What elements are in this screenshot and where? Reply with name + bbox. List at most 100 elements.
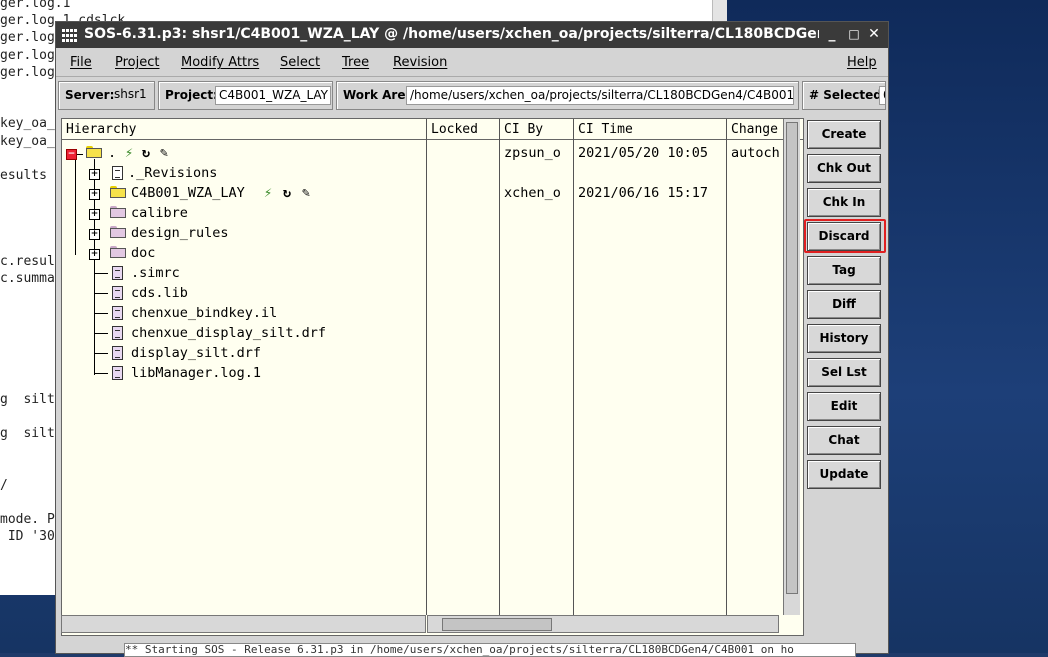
expand-icon[interactable]: +	[89, 189, 100, 200]
edit-icon: ✎	[160, 145, 169, 161]
tree-item-name: calibre	[131, 205, 188, 221]
discard-highlight	[804, 219, 886, 253]
workarea-value: /home/users/xchen_oa/projects/silterra/C…	[406, 86, 794, 105]
tree-item-name: .	[108, 145, 117, 161]
tree-item-name: C4B001_WZA_LAY	[131, 185, 245, 201]
horizontal-scroll-thumb[interactable]	[442, 618, 552, 631]
tree-item-name: display_silt.drf	[131, 345, 262, 361]
tree-row[interactable]: + design_rules	[62, 223, 803, 243]
tree-row[interactable]: + calibre	[62, 203, 803, 223]
menu-select[interactable]: Select	[280, 55, 320, 70]
menu-modify-attrs[interactable]: Modify Attrs	[181, 55, 259, 70]
selected-box: # Selected: 0	[802, 81, 886, 110]
expand-icon[interactable]: +	[89, 249, 100, 260]
hierarchy-tree[interactable]: Hierarchy Locked CI By CI Time Change − …	[61, 118, 804, 636]
col-change[interactable]: Change	[731, 122, 778, 137]
terminal-line: mode. P	[0, 512, 55, 527]
edit-icon: ✎	[302, 185, 311, 201]
expand-icon[interactable]: +	[89, 229, 100, 240]
columns-horizontal-scrollbar[interactable]	[427, 615, 779, 633]
tree-row[interactable]: + doc	[62, 243, 803, 263]
select-list-button[interactable]: Sel Lst	[807, 358, 881, 387]
check-in-button[interactable]: Chk In	[807, 188, 881, 217]
file-icon	[112, 346, 123, 360]
tree-row[interactable]: + C4B001_WZA_LAY ⚡ ↻ ✎ xchen_o 2021/06/1…	[62, 183, 803, 203]
tree-item-name: cds.lib	[131, 285, 188, 301]
tree-item-name: chenxue_display_silt.drf	[131, 325, 327, 341]
folder-icon	[110, 186, 126, 198]
terminal-line: /	[0, 477, 8, 493]
tree-line	[94, 293, 108, 294]
vertical-scroll-thumb[interactable]	[786, 122, 798, 594]
terminal-line: ger.log.1	[0, 0, 71, 11]
tree-row[interactable]: chenxue_display_silt.drf	[62, 323, 803, 343]
tree-item-name: .simrc	[131, 265, 180, 281]
update-button[interactable]: Update	[807, 460, 881, 489]
tree-row[interactable]: .simrc	[62, 263, 803, 283]
refresh-icon: ↻	[142, 145, 151, 161]
tree-row[interactable]: chenxue_bindkey.il	[62, 303, 803, 323]
check-out-button[interactable]: Chk Out	[807, 154, 881, 183]
minimize-button[interactable]: _	[823, 25, 841, 43]
window-menu-icon[interactable]	[62, 29, 77, 42]
project-value: C4B001_WZA_LAY	[215, 86, 331, 105]
edit-button[interactable]: Edit	[807, 392, 881, 421]
col-hierarchy[interactable]: Hierarchy	[66, 122, 136, 137]
tree-vertical-scrollbar[interactable]	[783, 119, 800, 615]
menu-help[interactable]: Help	[847, 55, 877, 70]
tree-row[interactable]: cds.lib	[62, 283, 803, 303]
col-ci-by[interactable]: CI By	[504, 122, 543, 137]
tree-header: Hierarchy Locked CI By CI Time Change	[62, 119, 803, 140]
tree-line	[94, 273, 108, 274]
col-locked[interactable]: Locked	[431, 122, 478, 137]
modified-icon: ⚡	[125, 145, 134, 161]
terminal-line: c.summa	[0, 271, 55, 287]
title-bar[interactable]: SOS-6.31.p3: shsr1/C4B001_WZA_LAY @ /hom…	[56, 22, 888, 48]
status-bar: ** Starting SOS - Release 6.31.p3 in /ho…	[56, 640, 888, 657]
tree-item-name: chenxue_bindkey.il	[131, 305, 278, 321]
tree-line	[94, 333, 108, 334]
tree-row[interactable]: − . ⚡ ↻ ✎ zpsun_o 2021/05/20 10:05 autoc…	[62, 143, 803, 163]
folder-icon	[110, 206, 126, 218]
chat-button[interactable]: Chat	[807, 426, 881, 455]
server-box: Server: shsr1	[58, 81, 155, 110]
tree-horizontal-scrollbar[interactable]	[61, 615, 426, 633]
terminal-scrollbar[interactable]	[712, 0, 727, 22]
tag-button[interactable]: Tag	[807, 256, 881, 285]
tree-line	[94, 373, 108, 374]
workarea-box: Work Area: /home/users/xchen_oa/projects…	[336, 81, 799, 110]
server-value: shsr1	[114, 87, 147, 101]
maximize-button[interactable]: □	[845, 25, 863, 43]
diff-button[interactable]: Diff	[807, 290, 881, 319]
history-button[interactable]: History	[807, 324, 881, 353]
refresh-icon: ↻	[283, 185, 292, 201]
ci-by-cell: xchen_o	[504, 185, 561, 201]
ci-time-cell: 2021/05/20 10:05	[578, 145, 709, 161]
expand-icon[interactable]: +	[89, 209, 100, 220]
collapse-icon[interactable]: −	[66, 149, 77, 160]
terminal-line: esults	[0, 168, 47, 183]
create-button[interactable]: Create	[807, 120, 881, 149]
close-button[interactable]: ✕	[865, 25, 883, 43]
folder-icon	[110, 246, 126, 258]
terminal-line: key_oa_	[0, 133, 55, 149]
tree-row[interactable]: + ._Revisions	[62, 163, 803, 183]
expand-icon[interactable]: +	[89, 169, 100, 180]
ci-by-cell: zpsun_o	[504, 145, 561, 161]
tree-row[interactable]: display_silt.drf	[62, 343, 803, 363]
menu-file[interactable]: File	[70, 55, 92, 70]
server-label: Server:	[65, 88, 115, 102]
tree-item-name: ._Revisions	[128, 165, 218, 181]
terminal-line: ger.log	[0, 47, 55, 63]
tree-line	[94, 313, 108, 314]
col-ci-time[interactable]: CI Time	[578, 122, 633, 137]
menu-tree[interactable]: Tree	[342, 55, 369, 70]
tree-row[interactable]: libManager.log.1	[62, 363, 803, 383]
terminal-line: g silt	[0, 426, 55, 441]
file-icon	[112, 326, 123, 340]
menu-revision[interactable]: Revision	[393, 55, 447, 70]
window-title: SOS-6.31.p3: shsr1/C4B001_WZA_LAY @ /hom…	[84, 26, 819, 42]
folder-icon	[110, 226, 126, 238]
status-text: ** Starting SOS - Release 6.31.p3 in /ho…	[124, 643, 856, 657]
menu-project[interactable]: Project	[115, 55, 159, 70]
